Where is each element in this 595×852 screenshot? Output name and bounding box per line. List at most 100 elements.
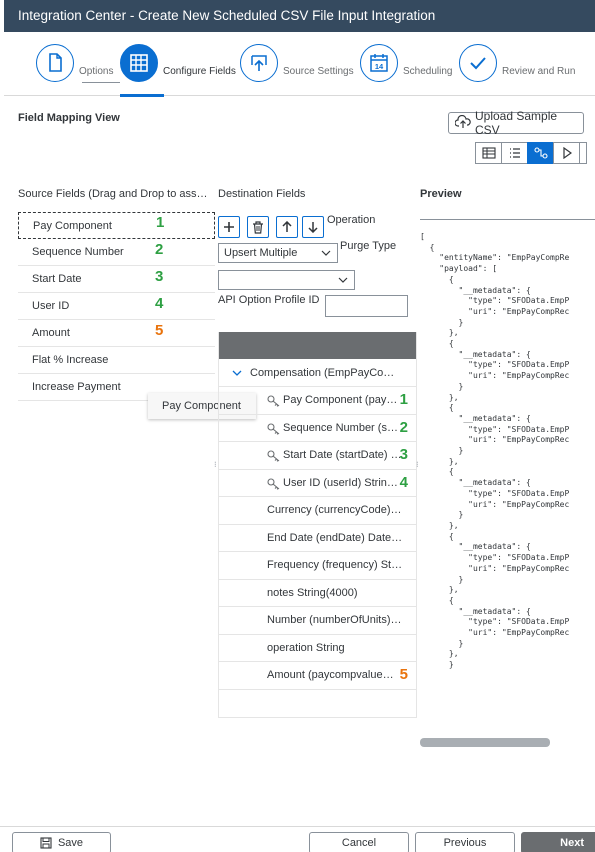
destination-field-amount[interactable]: Amount (paycompvalue) … 5 bbox=[218, 662, 416, 690]
destination-field-user-id[interactable]: User ID (userId) String… 4 bbox=[218, 470, 416, 497]
mapping-number: 3 bbox=[155, 268, 164, 285]
step-label: Scheduling bbox=[403, 65, 453, 77]
footer-bar: Save Cancel Previous Next bbox=[0, 826, 595, 852]
mapping-number: 4 bbox=[155, 295, 164, 312]
destination-field-label: User ID (userId) String… bbox=[283, 476, 403, 489]
next-button[interactable]: Next bbox=[521, 832, 595, 852]
destination-field-operation[interactable]: operation String bbox=[218, 635, 416, 662]
preview-horizontal-scrollbar[interactable] bbox=[420, 738, 550, 747]
step-connector bbox=[82, 82, 120, 83]
window-title: Integration Center - Create New Schedule… bbox=[4, 0, 595, 32]
preview-json: [ { "entityName": "EmpPayCompRe "payload… bbox=[420, 232, 570, 670]
upload-button-label: Upload Sample CSV bbox=[475, 109, 558, 137]
wizard-step-source-settings[interactable]: Source Settings bbox=[240, 44, 354, 82]
upload-icon bbox=[240, 44, 278, 82]
destination-field-label: Start Date (startDate) … bbox=[283, 449, 402, 462]
destination-fields-header: Destination Fields bbox=[218, 188, 306, 200]
destination-field-label: Frequency (frequency) St… bbox=[267, 559, 403, 572]
destination-field-number[interactable]: Number (numberOfUnits)… bbox=[218, 607, 416, 635]
source-field-amount[interactable]: Amount 5 bbox=[18, 320, 215, 347]
api-option-profile-label: API Option Profile ID bbox=[218, 294, 320, 306]
list-view-icon[interactable] bbox=[501, 142, 528, 164]
play-icon[interactable] bbox=[553, 142, 580, 164]
source-field-label: User ID bbox=[32, 300, 70, 312]
move-up-icon[interactable] bbox=[276, 216, 298, 238]
mapping-number: 1 bbox=[399, 391, 408, 408]
source-field-label: Flat % Increase bbox=[32, 354, 109, 366]
mapping-number: 5 bbox=[155, 322, 164, 339]
mapping-view-icon[interactable] bbox=[527, 142, 554, 164]
chevron-down-icon[interactable] bbox=[232, 368, 242, 378]
destination-field-label: Amount (paycompvalue) … bbox=[267, 669, 397, 682]
key-icon bbox=[267, 477, 280, 493]
destination-field-end-date[interactable]: End Date (endDate) Date… bbox=[218, 525, 416, 552]
source-field-label: Increase Payment bbox=[32, 381, 121, 393]
wizard-step-review-and-run[interactable]: Review and Run bbox=[459, 44, 575, 82]
upload-sample-csv-button[interactable]: Upload Sample CSV bbox=[448, 109, 584, 137]
source-field-sequence-number[interactable]: Sequence Number 2 bbox=[18, 239, 215, 266]
add-icon[interactable] bbox=[218, 216, 240, 238]
wizard-step-options[interactable]: Options bbox=[36, 44, 113, 82]
mapping-number: 3 bbox=[399, 446, 408, 463]
wizard-steps: Options Configure Fields Source Settings… bbox=[4, 32, 595, 97]
step-label: Options bbox=[79, 65, 114, 77]
mapping-number: 2 bbox=[399, 418, 408, 436]
destination-field-label: notes String(4000) bbox=[267, 586, 358, 599]
wizard-step-scheduling[interactable]: 14 Scheduling bbox=[360, 44, 452, 82]
more-toggle[interactable] bbox=[579, 142, 587, 164]
preview-divider bbox=[420, 219, 595, 220]
destination-field-table: Compensation (EmpPayCo… Pay Component (p… bbox=[218, 332, 416, 690]
previous-button[interactable]: Previous bbox=[415, 832, 515, 852]
view-toggle-group bbox=[475, 142, 587, 164]
grid-icon bbox=[120, 44, 158, 82]
mapping-number: 4 bbox=[399, 473, 408, 491]
source-field-user-id[interactable]: User ID 4 bbox=[18, 293, 215, 320]
key-icon bbox=[267, 395, 280, 410]
step-label: Review and Run bbox=[502, 65, 576, 77]
mapping-number: 1 bbox=[156, 214, 165, 231]
step-label: Configure Fields bbox=[163, 65, 236, 77]
destination-field-label: Sequence Number (se… bbox=[283, 421, 403, 434]
mapping-number: 2 bbox=[155, 241, 164, 258]
source-field-label: Pay Component bbox=[33, 219, 112, 232]
source-field-flat-increase[interactable]: Flat % Increase bbox=[18, 347, 215, 374]
destination-field-label: End Date (endDate) Date… bbox=[267, 531, 403, 544]
operation-label: Operation bbox=[327, 214, 376, 226]
purge-type-label: Purge Type bbox=[340, 240, 397, 252]
destination-group-label: Compensation (EmpPayCo… bbox=[250, 366, 395, 379]
source-field-list: Pay Component 1 Sequence Number 2 Start … bbox=[18, 212, 215, 401]
document-icon bbox=[36, 44, 74, 82]
wizard-step-configure-fields[interactable]: Configure Fields bbox=[120, 44, 236, 82]
destination-field-start-date[interactable]: Start Date (startDate) … 3 bbox=[218, 442, 416, 470]
destination-table-header bbox=[218, 332, 416, 359]
checkmark-icon bbox=[459, 44, 497, 82]
chevron-down-icon bbox=[338, 275, 348, 288]
purge-type-select[interactable] bbox=[218, 270, 355, 290]
move-down-icon[interactable] bbox=[302, 216, 324, 238]
destination-field-sequence-number[interactable]: Sequence Number (se… 2 bbox=[218, 415, 416, 442]
destination-field-notes[interactable]: notes String(4000) bbox=[218, 580, 416, 607]
delete-icon[interactable] bbox=[247, 216, 269, 238]
chevron-down-icon bbox=[321, 248, 331, 261]
destination-field-frequency[interactable]: Frequency (frequency) St… bbox=[218, 552, 416, 580]
source-field-label: Sequence Number bbox=[32, 246, 124, 258]
source-field-pay-component[interactable]: Pay Component 1 bbox=[18, 212, 215, 239]
destination-field-label: Pay Component (pay… bbox=[283, 394, 398, 407]
splitter-handle-left[interactable]: ⁝ bbox=[214, 460, 218, 470]
calendar-icon: 14 bbox=[360, 44, 398, 82]
cancel-button[interactable]: Cancel bbox=[309, 832, 409, 852]
table-view-icon[interactable] bbox=[475, 142, 502, 164]
destination-field-pay-component[interactable]: Pay Component (pay… 1 bbox=[218, 387, 416, 415]
operation-select[interactable]: Upsert Multiple bbox=[218, 243, 338, 263]
source-field-label: Start Date bbox=[32, 273, 82, 285]
preview-header: Preview bbox=[420, 188, 462, 200]
save-button[interactable]: Save bbox=[12, 832, 111, 852]
destination-field-label: Number (numberOfUnits)… bbox=[267, 614, 402, 627]
save-icon bbox=[40, 837, 52, 849]
operation-select-value: Upsert Multiple bbox=[224, 247, 298, 259]
destination-field-currency[interactable]: Currency (currencyCode)… bbox=[218, 497, 416, 525]
source-field-start-date[interactable]: Start Date 3 bbox=[18, 266, 215, 293]
destination-group-compensation[interactable]: Compensation (EmpPayCo… bbox=[218, 359, 416, 387]
cloud-upload-icon bbox=[454, 114, 471, 132]
api-option-profile-input[interactable] bbox=[325, 295, 408, 317]
